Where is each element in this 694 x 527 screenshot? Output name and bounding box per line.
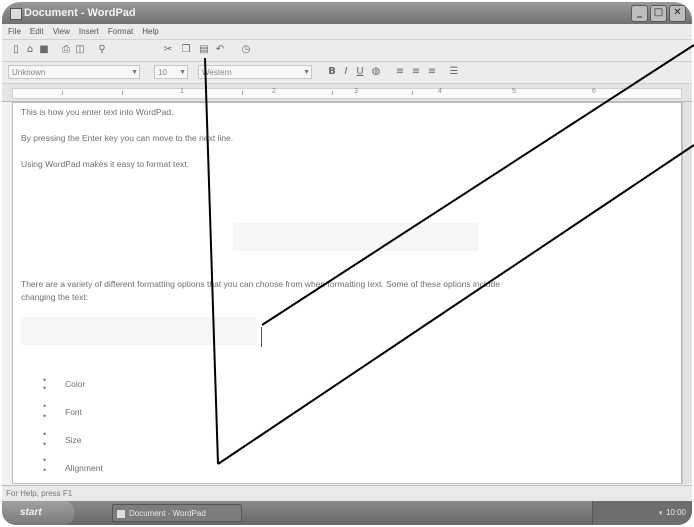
paragraph-2: By pressing the Enter key you can move t… (21, 133, 234, 143)
ruler-tick (122, 91, 123, 95)
paragraph-5: changing the text: (21, 292, 89, 302)
copy-icon[interactable]: ❐ (180, 44, 192, 56)
status-bar: For Help, press F1 (2, 485, 692, 501)
undo-icon[interactable]: ↶ (214, 44, 226, 56)
start-label: start (20, 507, 42, 518)
taskbar-item-label: Document - WordPad (129, 509, 206, 518)
taskbar-item-wordpad[interactable]: Document - WordPad (112, 504, 242, 522)
vertical-scrollbar[interactable] (682, 102, 692, 484)
ruler-mark-1: 1 (180, 88, 184, 95)
list-item: Font (65, 407, 83, 417)
new-icon[interactable]: ▯ (10, 44, 22, 56)
menu-edit[interactable]: Edit (30, 24, 44, 39)
start-button[interactable]: start (2, 501, 74, 525)
menu-file[interactable]: File (8, 24, 21, 39)
paragraph-1: This is how you enter text into WordPad. (21, 107, 174, 117)
ruler-mark-2: 2 (272, 88, 276, 95)
paragraph-3: Using WordPad makes it easy to format te… (21, 159, 190, 169)
format-toolbar: Unknown ▼ 10 ▼ Western ▼ B I U ◍ ≡ ≡ ≡ ☰ (2, 62, 692, 84)
date-time-icon[interactable]: ◷ (240, 44, 252, 56)
bullet-icon: • (43, 429, 47, 439)
minimize-icon[interactable]: _ (631, 5, 648, 22)
paragraph-4: There are a variety of different formatt… (21, 279, 500, 289)
print-icon[interactable]: ⎙ (60, 44, 72, 56)
ruler-tick (412, 91, 413, 95)
ruler-tick (62, 91, 63, 95)
tray-icon[interactable]: ◐ (659, 508, 666, 517)
text-cursor (261, 327, 262, 347)
ruler-tick (332, 91, 333, 95)
bullets-icon[interactable]: ☰ (448, 66, 460, 78)
status-text: For Help, press F1 (6, 489, 73, 498)
menu-format[interactable]: Format (108, 24, 133, 39)
ruler-mark-5: 5 (512, 88, 516, 95)
font-select[interactable]: Unknown ▼ (8, 65, 140, 79)
document-area[interactable]: This is how you enter text into WordPad.… (12, 102, 682, 484)
bullet-icon: • (43, 411, 47, 421)
open-icon[interactable]: ⌂ (24, 44, 36, 56)
menu-insert[interactable]: Insert (79, 24, 99, 39)
faded-block (233, 223, 478, 251)
font-size-select[interactable]: 10 ▼ (154, 65, 188, 79)
taskbar: start Document - WordPad ◐ 10:00 (2, 501, 692, 525)
underline-icon[interactable]: U (354, 66, 366, 78)
chevron-down-icon: ▼ (131, 69, 138, 76)
menu-bar: File Edit View Insert Format Help (2, 24, 692, 40)
italic-icon[interactable]: I (340, 66, 352, 78)
font-size-value: 10 (158, 68, 167, 77)
clock: 10:00 (665, 508, 686, 517)
font-value: Unknown (12, 68, 46, 77)
list-item: Alignment (65, 463, 103, 473)
print-preview-icon[interactable]: ◫ (74, 44, 86, 56)
wordpad-window: Document - WordPad _ □ ✕ File Edit View … (2, 2, 692, 525)
standard-toolbar: ▯ ⌂ ■ ⎙ ◫ ⚲ ✂ ❐ ▤ ↶ ◷ (2, 40, 692, 62)
faded-block (21, 317, 257, 345)
align-center-icon[interactable]: ≡ (410, 66, 422, 78)
bullet-icon: • (43, 401, 47, 411)
list-item: Size (65, 435, 82, 445)
window-title: Document - WordPad (24, 7, 136, 19)
chevron-down-icon: ▼ (179, 69, 186, 76)
title-bar[interactable]: Document - WordPad _ □ ✕ (2, 2, 692, 24)
wordpad-icon (117, 510, 125, 518)
align-left-icon[interactable]: ≡ (394, 66, 406, 78)
bullet-icon: • (43, 465, 47, 475)
ruler-mark-6: 6 (592, 88, 596, 95)
script-value: Western (202, 68, 232, 77)
bullet-icon: • (43, 455, 47, 465)
maximize-icon[interactable]: □ (650, 5, 667, 22)
chevron-down-icon: ▼ (303, 69, 310, 76)
system-tray: ◐ 10:00 (592, 501, 692, 525)
bold-icon[interactable]: B (326, 66, 338, 78)
bullet-icon: • (43, 383, 47, 393)
cut-icon[interactable]: ✂ (162, 44, 174, 56)
wordpad-icon (10, 8, 22, 20)
close-icon[interactable]: ✕ (669, 5, 686, 22)
find-icon[interactable]: ⚲ (96, 44, 108, 56)
ruler-tick (242, 91, 243, 95)
bullet-icon: • (43, 439, 47, 449)
ruler-mark-3: 3 (354, 88, 358, 95)
align-right-icon[interactable]: ≡ (426, 66, 438, 78)
ruler-mark-4: 4 (438, 88, 442, 95)
save-icon[interactable]: ■ (38, 44, 50, 56)
menu-view[interactable]: View (53, 24, 70, 39)
ruler-track (12, 88, 682, 99)
paste-icon[interactable]: ▤ (198, 44, 210, 56)
ruler[interactable]: 1 2 3 4 5 6 (2, 84, 692, 102)
color-icon[interactable]: ◍ (370, 66, 382, 78)
window-controls: _ □ ✕ (631, 5, 686, 22)
script-select[interactable]: Western ▼ (198, 65, 312, 79)
list-item: Color (65, 379, 86, 389)
menu-help[interactable]: Help (142, 24, 158, 39)
